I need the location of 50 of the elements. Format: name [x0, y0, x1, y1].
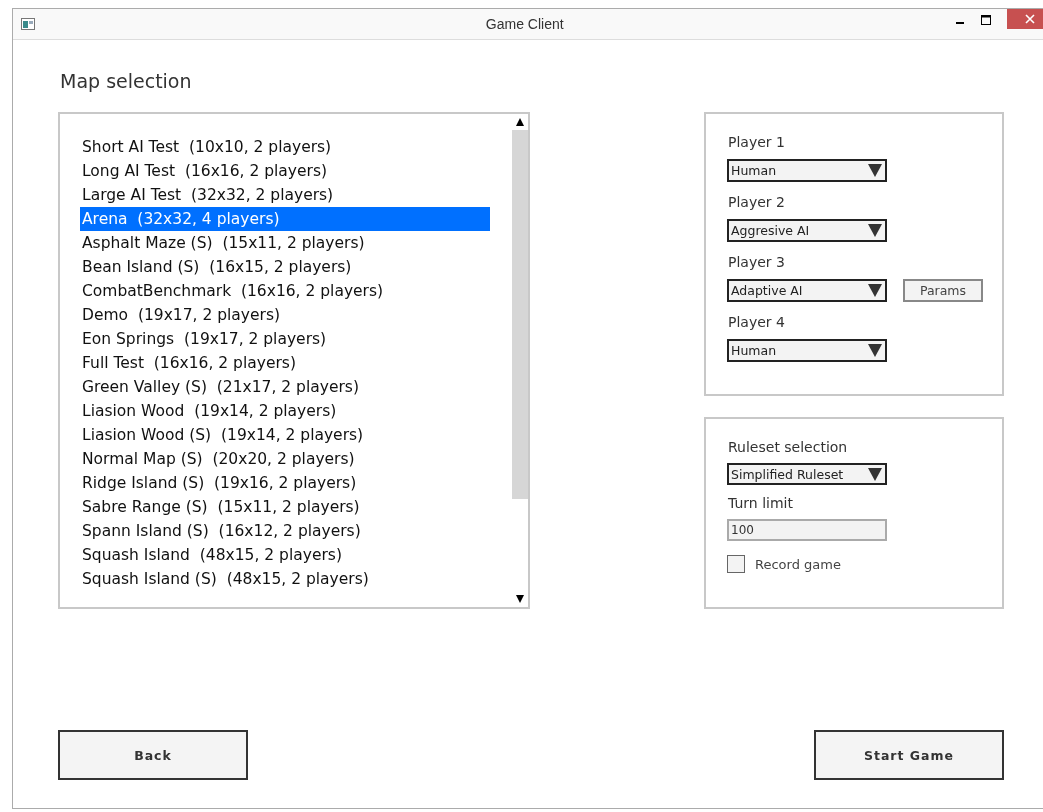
- window-title: Game Client: [485, 16, 564, 32]
- player-dropdown[interactable]: Human: [727, 338, 887, 362]
- turn-limit-label: Turn limit: [728, 495, 794, 513]
- map-list-item[interactable]: Bean Island (S) (16x15, 2 players): [80, 255, 490, 279]
- player-dropdown[interactable]: Human: [727, 158, 887, 182]
- start-game-button[interactable]: Start Game: [814, 730, 1004, 780]
- record-checkbox[interactable]: [727, 555, 745, 573]
- scroll-down-icon[interactable]: [515, 594, 525, 604]
- map-list-item[interactable]: Liasion Wood (19x14, 2 players): [80, 399, 490, 423]
- map-list-item[interactable]: Demo (19x17, 2 players): [80, 303, 490, 327]
- map-list-item[interactable]: Ridge Island (S) (19x16, 2 players): [80, 471, 490, 495]
- turn-limit-field[interactable]: 100: [727, 519, 887, 541]
- dropdown-arrow-icon: [868, 343, 882, 357]
- back-button[interactable]: Back: [58, 730, 248, 780]
- section-heading: Map selection: [60, 70, 193, 94]
- app-icon: [21, 18, 35, 30]
- map-list-item[interactable]: CombatBenchmark (16x16, 2 players): [80, 279, 490, 303]
- map-list-item[interactable]: Sabre Range (S) (15x11, 2 players): [80, 495, 490, 519]
- map-list-item[interactable]: Green Valley (S) (21x17, 2 players): [80, 375, 490, 399]
- map-list-item[interactable]: Normal Map (S) (20x20, 2 players): [80, 447, 490, 471]
- dropdown-arrow-icon: [868, 223, 882, 237]
- map-list-item[interactable]: Liasion Wood (S) (19x14, 2 players): [80, 423, 490, 447]
- map-list-item[interactable]: Asphalt Maze (S) (15x11, 2 players): [80, 231, 490, 255]
- map-list-item[interactable]: Eon Springs (19x17, 2 players): [80, 327, 490, 351]
- player-dropdown[interactable]: Adaptive AI: [727, 278, 887, 302]
- ruleset-dropdown[interactable]: Simplified Ruleset: [727, 463, 887, 485]
- player-label: Player 2: [728, 194, 786, 212]
- player-label: Player 3: [728, 254, 786, 272]
- map-list-item[interactable]: Squash Island (48x15, 2 players): [80, 543, 490, 567]
- dropdown-arrow-icon: [868, 467, 882, 481]
- dropdown-arrow-icon: [868, 283, 882, 297]
- map-list-item[interactable]: Arena (32x32, 4 players): [80, 207, 490, 231]
- map-list-item[interactable]: Spann Island (S) (16x12, 2 players): [80, 519, 490, 543]
- map-list-item[interactable]: Long AI Test (16x16, 2 players): [80, 159, 490, 183]
- ruleset-label: Ruleset selection: [728, 439, 849, 457]
- maximize-icon[interactable]: [981, 15, 991, 25]
- player-dropdown[interactable]: Aggresive AI: [727, 218, 887, 242]
- player-label: Player 1: [728, 134, 786, 152]
- map-list-item[interactable]: Squash Island (S) (48x15, 2 players): [80, 567, 490, 591]
- scroll-up-icon[interactable]: [515, 117, 525, 127]
- scrollbar-thumb[interactable]: [512, 130, 528, 499]
- params-button[interactable]: Params: [903, 278, 983, 302]
- dropdown-arrow-icon: [868, 163, 882, 177]
- record-game-label: Record game: [755, 556, 841, 572]
- map-list-item[interactable]: Large AI Test (32x32, 2 players): [80, 183, 490, 207]
- close-icon[interactable]: [1024, 14, 1035, 24]
- map-list-item[interactable]: Short AI Test (10x10, 2 players): [80, 135, 490, 159]
- player-label: Player 4: [728, 314, 786, 332]
- close-button[interactable]: [1007, 9, 1043, 29]
- map-list-item[interactable]: Full Test (16x16, 2 players): [80, 351, 490, 375]
